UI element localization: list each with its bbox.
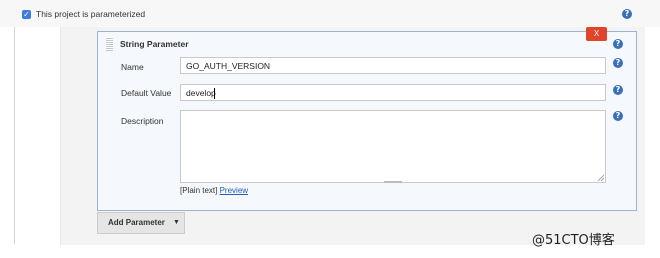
name-label: Name (121, 62, 144, 72)
question-icon[interactable]: ? (613, 58, 623, 68)
name-input[interactable] (180, 57, 606, 74)
default-value-input[interactable] (180, 84, 606, 101)
description-textarea[interactable] (180, 110, 606, 183)
parameterized-checkbox[interactable]: ✓ (22, 10, 31, 19)
parameterized-label: This project is parameterized (36, 9, 146, 19)
question-icon[interactable]: ? (613, 111, 623, 121)
question-icon[interactable]: ? (622, 9, 632, 19)
syntax-note: [Plain text] Preview (180, 186, 248, 195)
delete-parameter-button[interactable]: X (586, 27, 607, 41)
question-icon[interactable]: ? (613, 39, 623, 49)
parameter-title: String Parameter (120, 39, 189, 49)
watermark: @51CTO博客 (532, 233, 615, 248)
add-parameter-button[interactable]: Add Parameter ▼ (97, 212, 185, 234)
description-label: Description (121, 116, 164, 126)
question-icon[interactable]: ? (613, 85, 623, 95)
default-value-label: Default Value (121, 88, 172, 98)
preview-link[interactable]: Preview (220, 186, 248, 195)
resize-corner-icon[interactable] (598, 175, 604, 181)
plain-text-label: [Plain text] (180, 186, 218, 195)
chevron-down-icon: ▼ (173, 219, 180, 226)
text-cursor (214, 88, 215, 99)
parameterized-row: ✓ This project is parameterized ? (0, 0, 660, 27)
page-left-rule (14, 22, 15, 244)
add-parameter-label: Add Parameter (108, 218, 165, 227)
textarea-resize-bar[interactable] (384, 181, 402, 183)
drag-handle-icon[interactable] (106, 37, 113, 51)
